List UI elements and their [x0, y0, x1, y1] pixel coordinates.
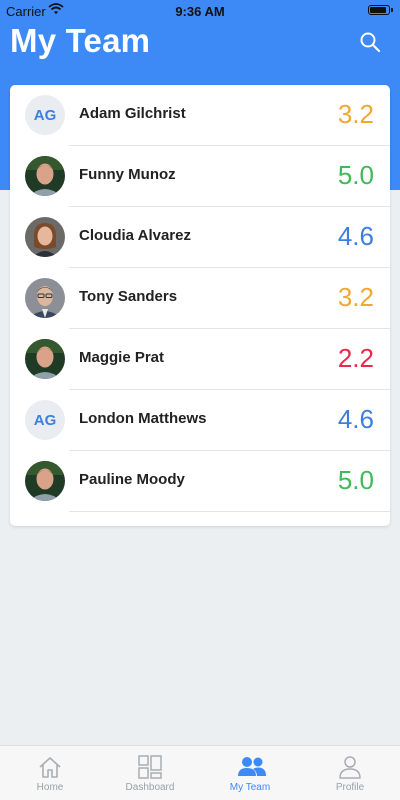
team-member-row[interactable]: Pauline Moody 5.0 — [10, 451, 390, 512]
member-rating: 2.2 — [337, 343, 374, 373]
avatar-initials: AG — [25, 95, 65, 135]
team-list: AG Adam Gilchrist 3.2 Funny Munoz 5.0 Cl… — [10, 85, 390, 526]
tab-home[interactable]: Home — [0, 746, 100, 800]
member-name: Cloudia Alvarez — [79, 227, 191, 244]
member-name: Adam Gilchrist — [79, 105, 186, 122]
avatar-photo-icon — [25, 339, 65, 379]
team-icon — [237, 754, 266, 780]
member-name: Funny Munoz — [79, 166, 176, 183]
member-rating: 3.2 — [337, 282, 374, 312]
tab-dashboard[interactable]: Dashboard — [100, 746, 200, 800]
tab-dashboard-label: Dashboard — [125, 782, 175, 793]
home-icon — [37, 754, 63, 780]
search-icon[interactable] — [358, 30, 382, 54]
member-rating: 5.0 — [337, 160, 374, 190]
battery-icon — [368, 5, 393, 15]
tab-profile[interactable]: Profile — [300, 746, 400, 800]
tab-my-team[interactable]: My Team — [200, 746, 300, 800]
tab-profile-label: Profile — [335, 782, 365, 793]
team-member-row[interactable]: Funny Munoz 5.0 — [10, 146, 390, 207]
status-bar: Carrier 9:36 AM — [0, 0, 400, 22]
member-name: Pauline Moody — [79, 471, 185, 488]
member-name: Maggie Prat — [79, 349, 165, 366]
page-title: My Team — [10, 22, 151, 59]
member-name: Tony Sanders — [79, 288, 178, 305]
member-name: London Matthews — [79, 410, 207, 427]
team-member-row[interactable]: AG London Matthews 4.6 — [10, 390, 390, 451]
tab-bar: Home Dashboard My Team Profile — [0, 745, 400, 800]
team-member-row[interactable]: Cloudia Alvarez 4.6 — [10, 207, 390, 268]
avatar-photo-icon — [25, 217, 65, 257]
team-member-row[interactable]: Maggie Prat 2.2 — [10, 329, 390, 390]
member-rating: 5.0 — [337, 465, 374, 495]
avatar-photo-icon — [25, 278, 65, 318]
member-rating: 4.6 — [337, 404, 374, 434]
team-member-row[interactable]: AG Adam Gilchrist 3.2 — [10, 85, 390, 146]
status-time: 9:36 AM — [175, 4, 225, 19]
member-rating: 4.6 — [337, 221, 374, 251]
avatar-photo-icon — [25, 461, 65, 501]
team-member-row[interactable]: Tony Sanders 3.2 — [10, 268, 390, 329]
tab-my-team-label: My Team — [229, 782, 271, 793]
tab-home-label: Home — [36, 782, 64, 793]
member-rating: 3.2 — [337, 99, 374, 129]
dashboard-icon — [137, 754, 163, 780]
avatar-initials: AG — [25, 400, 65, 440]
profile-icon — [337, 754, 363, 780]
avatar-photo-icon — [25, 156, 65, 196]
